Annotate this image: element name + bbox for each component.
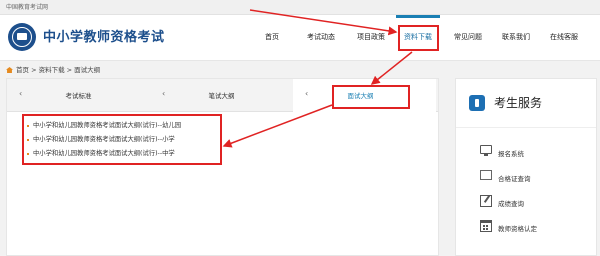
list-highlight-box xyxy=(22,114,222,165)
phone-icon xyxy=(469,95,485,111)
service-certificate-query[interactable]: 合格证查询 xyxy=(480,170,531,183)
service-label: 教师资格认定 xyxy=(498,225,537,233)
downloads-highlight-box xyxy=(398,25,439,51)
tab-exam-standard[interactable]: ‹ 考试标准 xyxy=(7,79,150,111)
nav-contact[interactable]: 联系我们 xyxy=(497,15,535,60)
service-score-query[interactable]: 成绩查询 xyxy=(480,195,524,208)
service-registration[interactable]: 报名系统 xyxy=(480,145,524,158)
nav-online-service[interactable]: 在线客服 xyxy=(544,15,584,60)
nav-home[interactable]: 首页 xyxy=(258,15,286,60)
calendar-icon xyxy=(480,220,492,232)
service-title: 考生服务 xyxy=(494,96,543,110)
service-header: 考生服务 xyxy=(456,79,596,128)
top-bar: 中国教育考试网 xyxy=(0,0,600,15)
nav-policy[interactable]: 项目政策 xyxy=(352,15,390,60)
certificate-icon xyxy=(480,170,492,180)
tab-label: 考试标准 xyxy=(65,92,92,100)
monitor-icon xyxy=(480,145,492,156)
site-logo-icon[interactable] xyxy=(8,23,36,51)
student-service-panel: 考生服务 报名系统 合格证查询 成绩查询 教师资格认定 xyxy=(455,78,597,256)
service-label: 报名系统 xyxy=(498,150,524,158)
tab-written-syllabus[interactable]: ‹ 笔试大纲 xyxy=(150,79,293,111)
site-title[interactable]: 中小学教师资格考试 xyxy=(43,26,165,45)
breadcrumb-text[interactable]: 首页 > 资料下载 > 面试大纲 xyxy=(16,66,100,74)
edit-icon xyxy=(480,195,492,207)
nav-exam-news[interactable]: 考试动态 xyxy=(302,15,340,60)
site-header: 中小学教师资格考试 首页 考试动态 项目政策 资料下载 常见问题 联系我们 在线… xyxy=(0,15,600,61)
breadcrumb: 首页 > 资料下载 > 面试大纲 xyxy=(6,64,100,74)
home-icon xyxy=(6,67,13,73)
topbar-text: 中国教育考试网 xyxy=(6,4,49,11)
tab-highlight-box xyxy=(332,85,410,109)
nav-faq[interactable]: 常见问题 xyxy=(449,15,487,60)
service-label: 成绩查询 xyxy=(498,200,524,208)
service-label: 合格证查询 xyxy=(498,175,531,183)
tab-label: 笔试大纲 xyxy=(208,92,235,100)
service-teacher-certification[interactable]: 教师资格认定 xyxy=(480,220,537,233)
